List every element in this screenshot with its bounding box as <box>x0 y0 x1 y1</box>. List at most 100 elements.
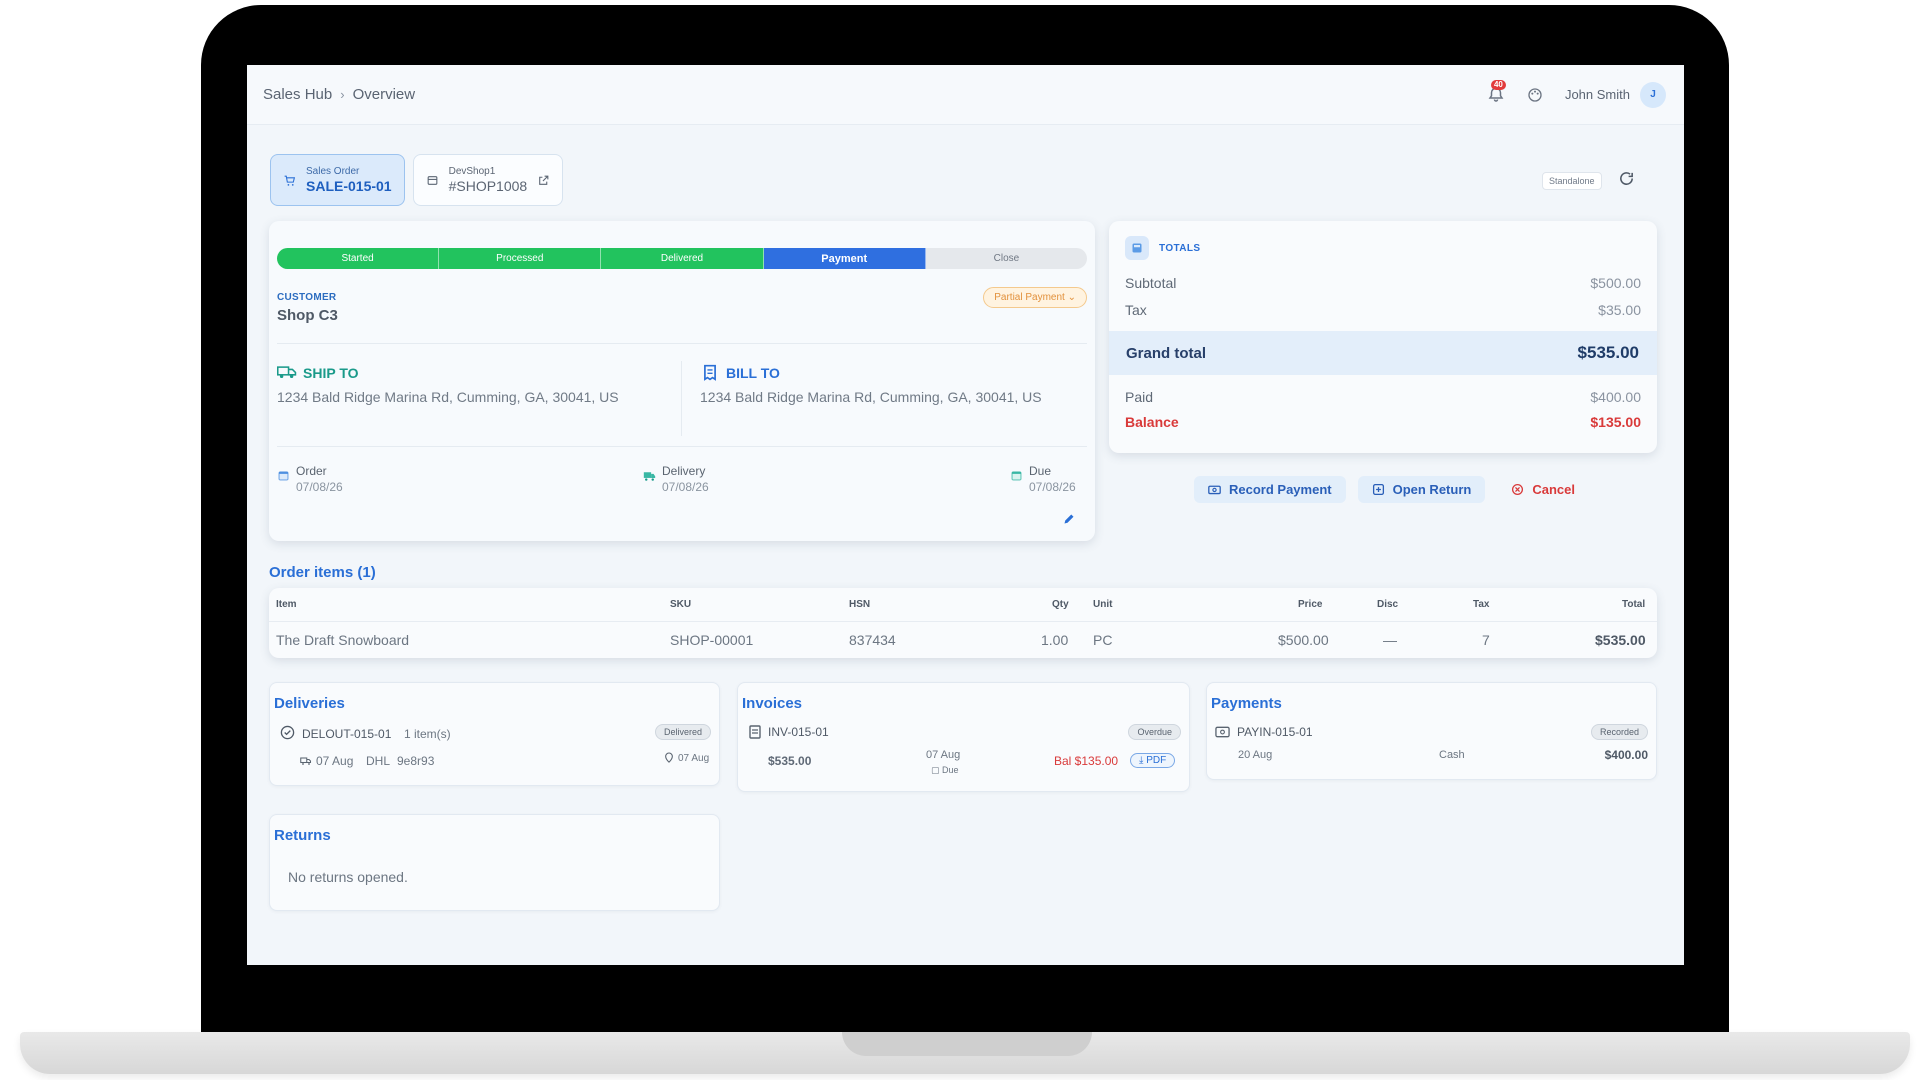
ship-to-label: SHIP TO <box>303 364 359 381</box>
bill-to-block: BILL TO 1234 Bald Ridge Marina Rd, Cummi… <box>700 364 1042 406</box>
payment-status-dropdown[interactable]: Partial Payment ⌄ <box>983 287 1087 308</box>
record-payment-button[interactable]: Record Payment <box>1194 476 1346 503</box>
step-payment[interactable]: Payment <box>763 248 926 269</box>
invoice-due-text: Due <box>942 765 959 775</box>
open-return-button[interactable]: Open Return <box>1357 476 1486 503</box>
delivery-items-count: 1 item(s) <box>404 727 451 741</box>
totals-title: TOTALS <box>1159 242 1201 254</box>
order-actions: Record Payment Open Return Cancel <box>1194 476 1589 503</box>
calendar-icon <box>278 471 289 481</box>
item-total: $535.00 <box>1595 632 1646 648</box>
order-summary-card: Started Processed Delivered Payment Clos… <box>269 221 1095 541</box>
palette-icon[interactable] <box>1527 87 1543 103</box>
item-tax: 7 <box>1482 632 1490 648</box>
customer-name[interactable]: Shop C3 <box>277 307 338 324</box>
deliveries-title: Deliveries <box>274 695 345 712</box>
cart-icon <box>284 175 296 186</box>
payment-amount: $400.00 <box>1604 748 1648 762</box>
col-sku: SKU <box>670 599 692 610</box>
item-disc: — <box>1383 632 1397 648</box>
tab-sales-order[interactable]: Sales Order SALE-015-01 <box>270 154 405 206</box>
paid-label: Paid <box>1125 389 1154 405</box>
grand-total-row: Grand total $535.00 <box>1109 331 1657 375</box>
item-hsn: 837434 <box>849 632 896 648</box>
refresh-icon <box>1619 172 1633 185</box>
deliveries-card: Deliveries DELOUT-015-01 1 item(s) Deliv… <box>269 682 720 786</box>
tax-value: $35.00 <box>1598 302 1641 318</box>
plus-box-icon <box>1372 483 1384 496</box>
payment-id[interactable]: PAYIN-015-01 <box>1237 725 1313 739</box>
divider <box>277 446 1087 447</box>
edit-dates-button[interactable] <box>1063 512 1075 530</box>
external-link-icon[interactable] <box>537 174 550 187</box>
ship-to-block: SHIP TO 1234 Bald Ridge Marina Rd, Cummi… <box>277 364 619 405</box>
delivery-date-label: Delivery <box>662 464 706 478</box>
calendar-icon: ▢ <box>931 765 940 775</box>
payment-method: Cash <box>1439 749 1465 761</box>
tab-sales-order-kind: Sales Order <box>306 165 360 177</box>
delivery-date: 07 Aug <box>316 754 354 768</box>
topbar: Sales Hub › Overview 40 John Smith J <box>247 65 1684 125</box>
truck-icon <box>300 757 312 765</box>
document-tabs: Sales Order SALE-015-01 DevShop1 #SHOP10… <box>270 154 564 206</box>
order-date-value: 07/08/26 <box>296 480 343 494</box>
item-sku: SHOP-00001 <box>670 632 754 648</box>
step-started[interactable]: Started <box>277 248 440 269</box>
tab-sales-order-id: SALE-015-01 <box>306 177 392 194</box>
calendar-icon <box>1011 471 1022 481</box>
invoice-status-badge: Overdue <box>1128 724 1181 740</box>
payment-date: 20 Aug <box>1238 749 1273 761</box>
delivery-tracking[interactable]: 9e8r93 <box>397 754 434 768</box>
order-items-table: Item SKU HSN Qty Unit Price Disc Tax Tot… <box>269 588 1657 658</box>
mode-chip: Standalone <box>1542 172 1602 190</box>
payments-card: Payments PAYIN-015-01 Recorded 20 Aug Ca… <box>1206 682 1657 780</box>
col-disc: Disc <box>1377 599 1399 610</box>
step-delivered[interactable]: Delivered <box>601 248 764 269</box>
item-qty: 1.00 <box>1041 632 1069 648</box>
step-processed[interactable]: Processed <box>439 248 602 269</box>
customer-label: CUSTOMER <box>277 292 337 303</box>
record-payment-label: Record Payment <box>1229 482 1332 497</box>
cancel-button[interactable]: Cancel <box>1497 476 1589 503</box>
order-stepper: Started Processed Delivered Payment Clos… <box>277 248 1087 269</box>
invoice-due-label: ▢ Due <box>931 765 959 776</box>
delivery-id[interactable]: DELOUT-015-01 <box>302 727 391 741</box>
col-price: Price <box>1298 599 1323 610</box>
location-pin-icon <box>665 752 673 763</box>
tab-shop-order[interactable]: DevShop1 #SHOP1008 <box>412 154 564 206</box>
calculator-icon <box>1125 236 1149 260</box>
delivery-date-value: 07/08/26 <box>662 480 709 494</box>
totals-card: TOTALS Subtotal $500.00 Tax $35.00 Grand… <box>1109 221 1657 453</box>
table-row[interactable]: The Draft Snowboard SHOP-00001 837434 1.… <box>269 622 1657 658</box>
order-date-label: Order <box>296 464 327 478</box>
chevron-down-icon: ⌄ <box>1067 292 1076 303</box>
due-date-value: 07/08/26 <box>1029 480 1076 494</box>
delivered-on-date: 07 Aug <box>678 753 710 764</box>
app-screen: Sales Hub › Overview 40 John Smith J Sal… <box>247 65 1684 965</box>
tab-shop-name: DevShop1 <box>448 165 496 177</box>
breadcrumb-overview: Overview <box>352 86 416 103</box>
step-close[interactable]: Close <box>925 248 1087 269</box>
returns-card: Returns No returns opened. <box>269 814 720 911</box>
user-menu[interactable]: John Smith J <box>1565 81 1666 108</box>
invoice-date: 07 Aug <box>926 749 961 761</box>
notifications-button[interactable]: 40 <box>1487 79 1506 104</box>
due-date-label: Due <box>1029 464 1052 478</box>
tax-label: Tax <box>1125 302 1147 318</box>
breadcrumb-separator: › <box>340 87 345 102</box>
invoice-pdf-button[interactable]: ⤓ PDF <box>1130 753 1176 768</box>
col-hsn: HSN <box>849 599 871 610</box>
breadcrumb-sales-hub[interactable]: Sales Hub <box>263 86 332 103</box>
grand-total-label: Grand total <box>1126 344 1207 362</box>
refresh-button[interactable] <box>1618 170 1635 192</box>
ship-to-address: 1234 Bald Ridge Marina Rd, Cumming, GA, … <box>277 389 619 405</box>
payments-title: Payments <box>1211 695 1282 712</box>
avatar: J <box>1640 81 1666 108</box>
invoice-id[interactable]: INV-015-01 <box>768 725 829 739</box>
delivery-date: Delivery 07/08/26 <box>643 464 709 494</box>
bill-to-address: 1234 Bald Ridge Marina Rd, Cumming, GA, … <box>700 389 1042 405</box>
pdf-label: PDF <box>1146 755 1167 766</box>
balance-label: Balance <box>1125 414 1179 430</box>
grand-total-value: $535.00 <box>1577 343 1639 362</box>
laptop-notch <box>842 1032 1092 1056</box>
